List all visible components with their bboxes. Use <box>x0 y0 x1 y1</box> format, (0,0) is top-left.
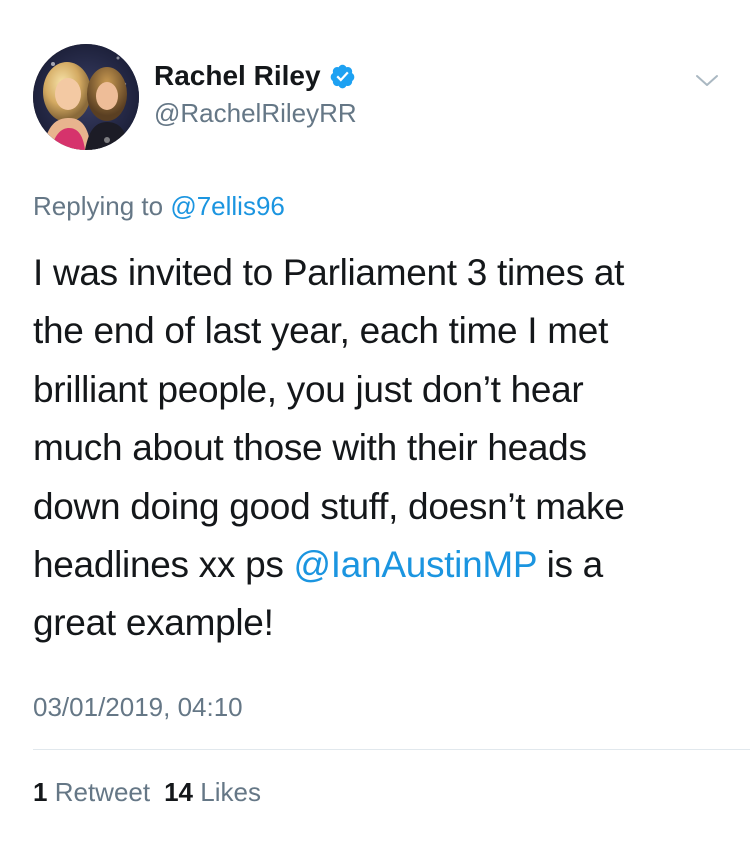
likes-stat[interactable]: 14 Likes <box>164 777 261 807</box>
likes-count: 14 <box>164 777 194 807</box>
author-name-row: Rachel Riley <box>154 58 356 94</box>
author-handle[interactable]: @RachelRileyRR <box>154 97 357 129</box>
verified-badge-icon <box>329 63 356 90</box>
avatar-photo <box>33 44 139 150</box>
retweets-stat[interactable]: 1 Retweet <box>33 777 150 807</box>
avatar[interactable] <box>33 44 139 150</box>
likes-label: Likes <box>200 777 261 807</box>
tweet-text-segment: headlines xx ps <box>33 544 294 586</box>
replying-to-line: Replying to @7ellis96 <box>33 188 285 224</box>
engagement-stats: 1 Retweet 14 Likes <box>33 774 261 810</box>
retweets-label: Retweet <box>54 777 151 807</box>
retweets-count: 1 <box>33 777 48 807</box>
tweet-text: I was invited to Parliament 3 times at t… <box>33 244 723 653</box>
tweet-text-line: great example! <box>33 602 274 644</box>
replying-to-label: Replying to <box>33 191 164 221</box>
tweet-timestamp[interactable]: 03/01/2019, 04:10 <box>33 690 243 724</box>
tweet-text-line: much about those with their heads <box>33 427 587 469</box>
tweet-text-line: brilliant people, you just don’t hear <box>33 368 584 410</box>
author-display-name[interactable]: Rachel Riley <box>154 58 321 94</box>
mention-link[interactable]: @IanAustinMP <box>294 544 537 585</box>
tweet-card: Rachel Riley @RachelRileyRR Replying to … <box>0 0 750 846</box>
tweet-text-line: down doing good stuff, doesn’t make <box>33 485 625 527</box>
tweet-text-line: headlines xx ps @IanAustinMP is a <box>33 536 723 594</box>
tweet-text-line: I was invited to Parliament 3 times at <box>33 252 625 293</box>
tweet-text-line: the end of last year, each time I met <box>33 310 609 352</box>
divider <box>33 749 750 750</box>
reply-to-mention-link[interactable]: @7ellis96 <box>170 191 285 221</box>
chevron-down-icon[interactable] <box>693 66 721 94</box>
tweet-text-segment: is a <box>536 544 604 586</box>
